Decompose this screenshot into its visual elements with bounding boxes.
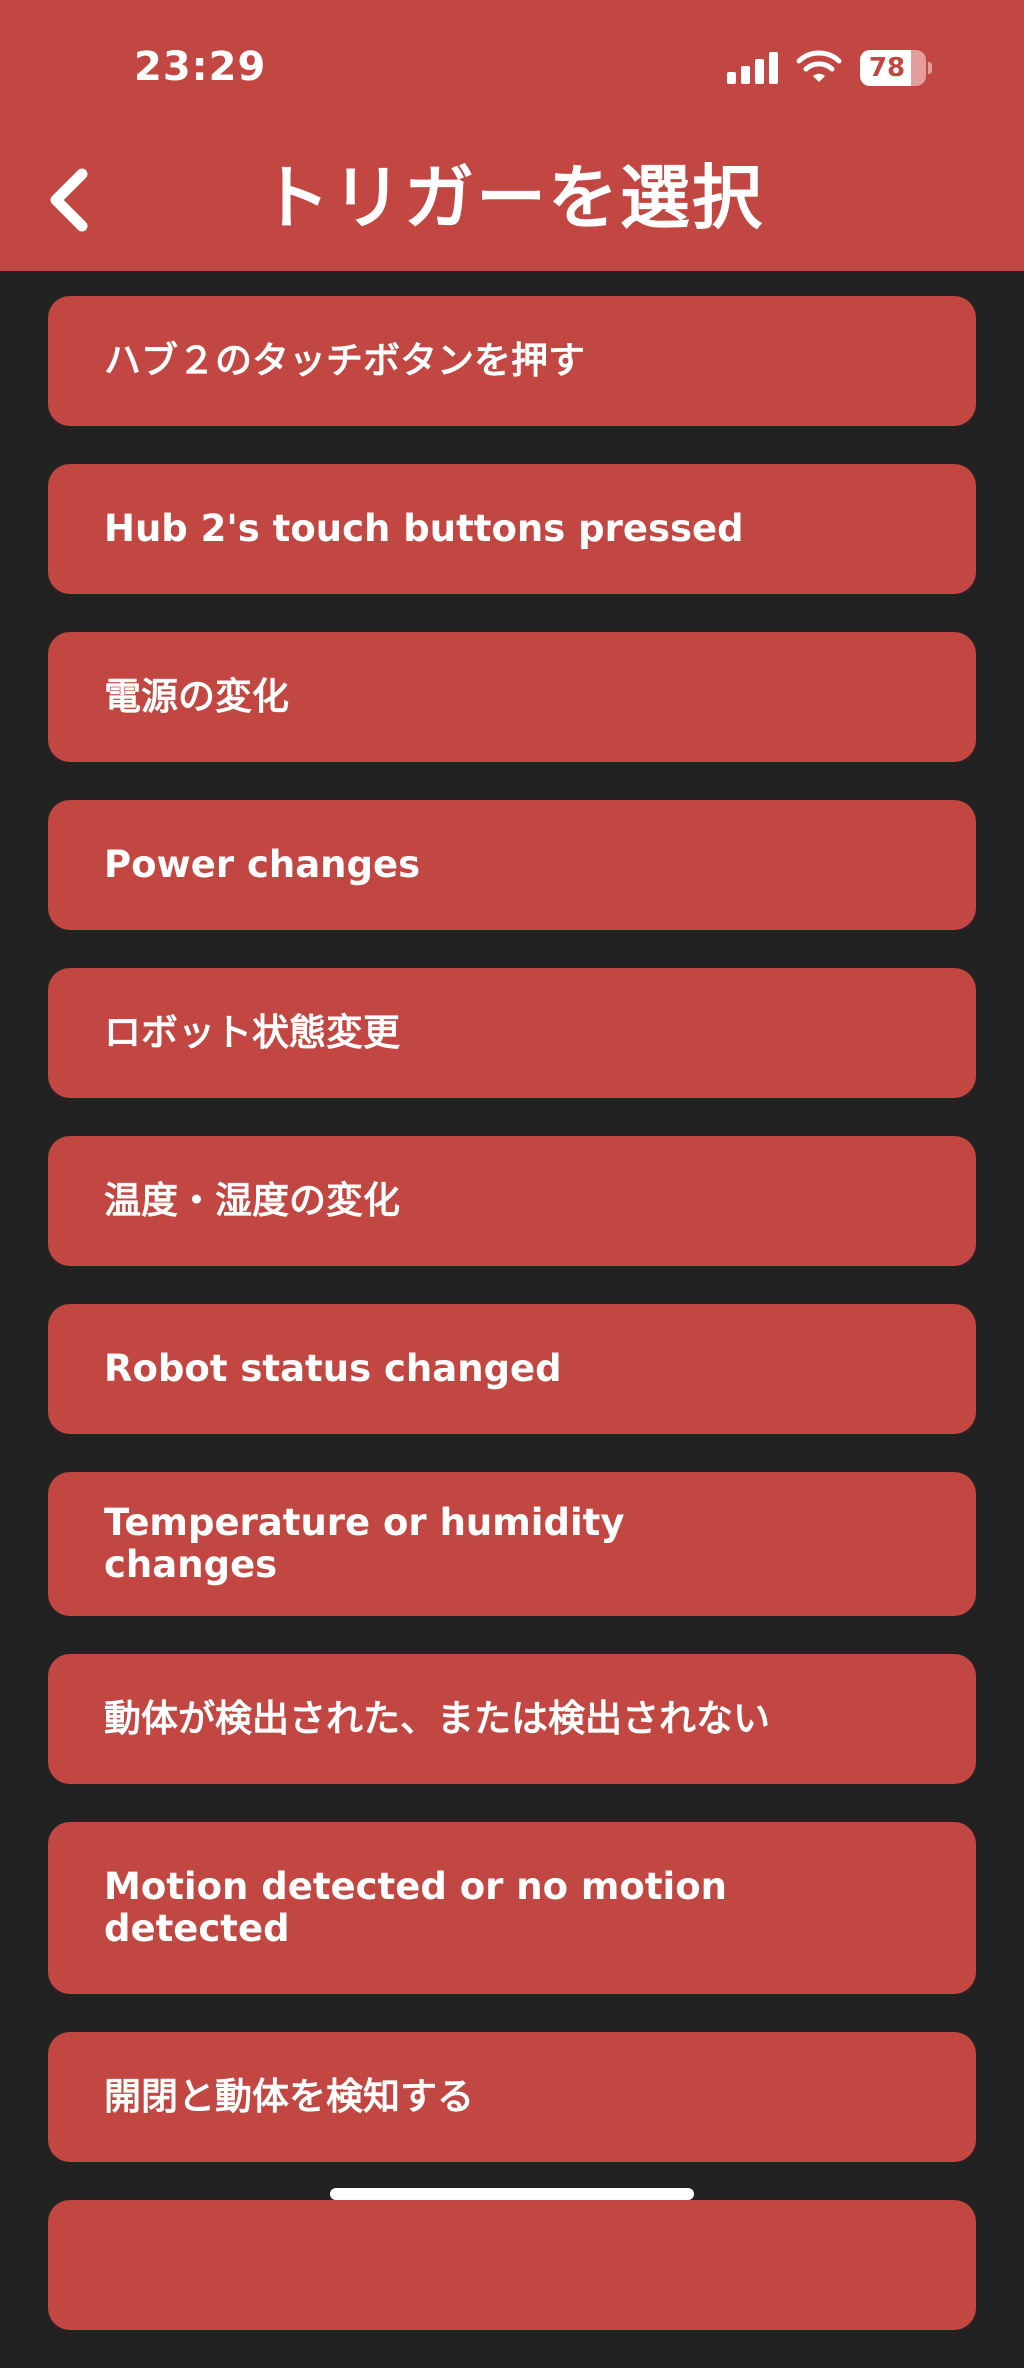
home-indicator [330,2188,694,2200]
trigger-label: Motion detected or no motion detected [104,1865,727,1950]
trigger-item-robot-status-jp[interactable]: ロボット状態変更 [48,968,976,1098]
page-title: トリガーを選択 [260,157,764,239]
trigger-item-power-jp[interactable]: 電源の変化 [48,632,976,762]
trigger-item-motion-jp[interactable]: 動体が検出された、または検出されない [48,1654,976,1784]
trigger-label: Robot status changed [104,1347,562,1390]
trigger-item-hub2-touch-jp[interactable]: ハブ２のタッチボタンを押す [48,296,976,426]
trigger-label: 開閉と動体を検知する [104,2075,474,2118]
cellular-signal-icon [727,52,779,84]
trigger-label: Temperature or humidity changes [104,1501,625,1586]
battery-nub [928,62,932,74]
trigger-list: ハブ２のタッチボタンを押す Hub 2's touch buttons pres… [48,296,976,2368]
wifi-icon [796,50,842,82]
app-header: 23:29 78 トリガーを選択 [0,0,1024,271]
trigger-label: ロボット状態変更 [104,1011,400,1054]
trigger-label: Hub 2's touch buttons pressed [104,507,744,550]
trigger-label: Power changes [104,843,421,886]
trigger-item-contact-motion-jp[interactable]: 開閉と動体を検知する [48,2032,976,2162]
battery-percentage: 78 [868,53,906,83]
status-time: 23:29 [134,44,267,90]
trigger-label: 温度・湿度の変化 [104,1179,400,1222]
trigger-item-hub2-touch-en[interactable]: Hub 2's touch buttons pressed [48,464,976,594]
trigger-item-robot-status-en[interactable]: Robot status changed [48,1304,976,1434]
battery-icon: 78 [860,50,932,86]
trigger-label: ハブ２のタッチボタンを押す [104,339,585,382]
trigger-label: 電源の変化 [104,675,289,718]
trigger-item-temp-humidity-en[interactable]: Temperature or humidity changes [48,1472,976,1616]
trigger-item-motion-en[interactable]: Motion detected or no motion detected [48,1822,976,1994]
trigger-item-power-en[interactable]: Power changes [48,800,976,930]
trigger-item-temp-humidity-jp[interactable]: 温度・湿度の変化 [48,1136,976,1266]
battery-body: 78 [860,50,926,86]
trigger-item-partial[interactable] [48,2200,976,2330]
trigger-label: 動体が検出された、または検出されない [104,1697,770,1740]
